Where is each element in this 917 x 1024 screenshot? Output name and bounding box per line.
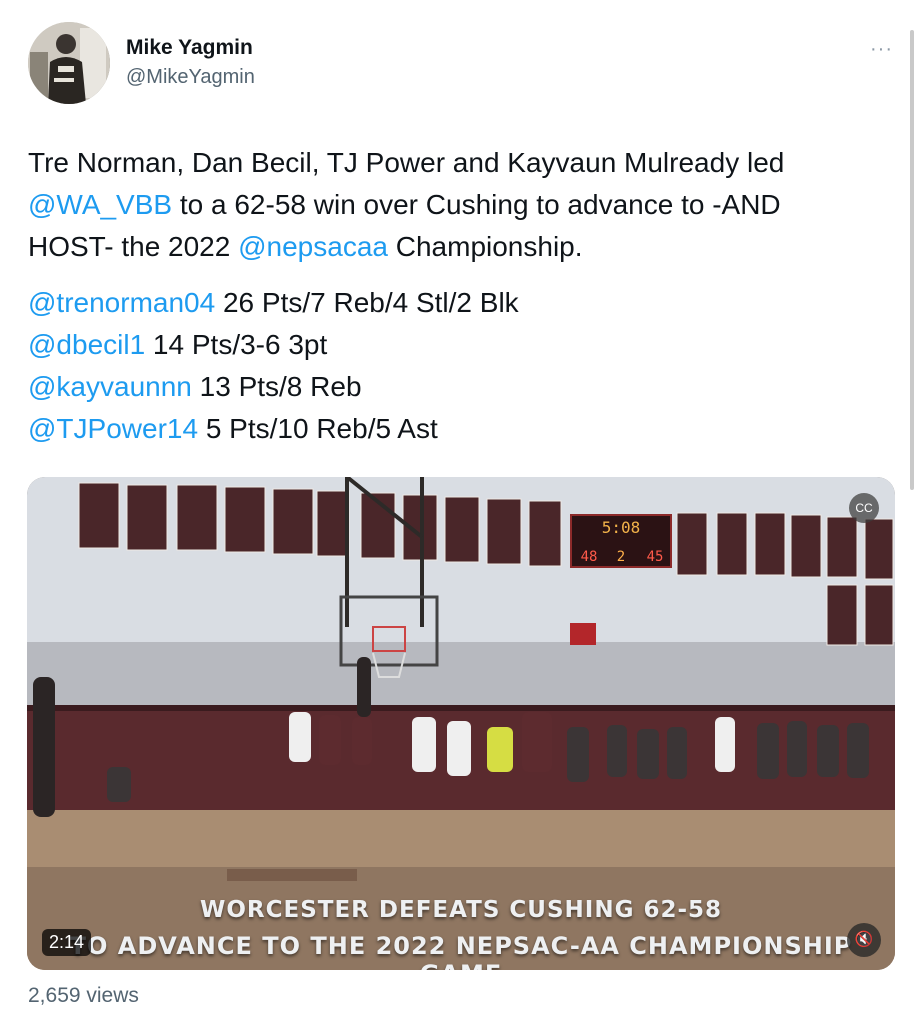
mention-link-kayvaunnn[interactable]: @kayvaunnn xyxy=(28,371,192,402)
tweet-text-segment: Championship. xyxy=(387,231,583,262)
stat-text: 13 Pts/8 Reb xyxy=(191,371,362,402)
stat-line: @kayvaunnn 13 Pts/8 Reb xyxy=(28,366,898,408)
stat-line: @trenorman04 26 Pts/7 Reb/4 Stl/2 Blk xyxy=(28,282,898,324)
mention-link-nepsacaa[interactable]: @nepsacaa xyxy=(238,231,388,262)
scoreboard-away-score: 45 xyxy=(647,549,664,565)
scrollbar[interactable] xyxy=(910,30,914,490)
video-caption-line-1: WORCESTER DEFEATS CUSHING 62-58 xyxy=(199,897,723,923)
stat-text: 14 Pts/3-6 3pt xyxy=(145,329,328,360)
author-name[interactable]: Mike Yagmin xyxy=(126,36,253,60)
author-handle[interactable]: @MikeYagmin xyxy=(126,66,255,89)
tweet-line-3: HOST- the 2022 @nepsacaa Championship. xyxy=(28,226,898,268)
view-count: 2,659 views xyxy=(28,984,139,1007)
stat-text: 5 Pts/10 Reb/5 Ast xyxy=(198,413,438,444)
avatar[interactable] xyxy=(28,22,110,104)
scoreboard-clock: 5:08 xyxy=(602,518,641,537)
scoreboard-home-score: 48 xyxy=(581,549,598,565)
more-options-icon[interactable]: ··· xyxy=(870,38,893,61)
video-player[interactable]: 5:08 48 2 45 WORCESTER DEFEATS CUSHING 6… xyxy=(27,477,895,970)
video-caption-line-2: TO ADVANCE TO THE 2022 NEPSAC-AA CHAMPIO… xyxy=(70,932,853,970)
mention-link-wa-vbb[interactable]: @WA_VBB xyxy=(28,189,172,220)
stat-text: 26 Pts/7 Reb/4 Stl/2 Blk xyxy=(215,287,519,318)
tweet-line-1: Tre Norman, Dan Becil, TJ Power and Kayv… xyxy=(28,142,898,184)
mention-link-trenorman04[interactable]: @trenorman04 xyxy=(28,287,215,318)
tweet-line-2: @WA_VBB to a 62-58 win over Cushing to a… xyxy=(28,184,898,226)
closed-captions-icon[interactable]: CC xyxy=(849,493,879,523)
video-duration-badge: 2:14 xyxy=(42,929,92,956)
tweet-text-segment: to a 62-58 win over Cushing to advance t… xyxy=(172,189,781,220)
tweet-text-segment: HOST- the 2022 xyxy=(28,231,239,262)
mention-link-tjpower14[interactable]: @TJPower14 xyxy=(28,413,198,444)
stat-line: @dbecil1 14 Pts/3-6 3pt xyxy=(28,324,898,366)
speaker-muted-icon[interactable]: 🔇 xyxy=(847,923,881,957)
tweet-text: Tre Norman, Dan Becil, TJ Power and Kayv… xyxy=(28,142,898,450)
mention-link-dbecil1[interactable]: @dbecil1 xyxy=(28,329,145,360)
stat-line: @TJPower14 5 Pts/10 Reb/5 Ast xyxy=(28,408,898,450)
tweet-text-segment: Tre Norman, Dan Becil, TJ Power and Kayv… xyxy=(28,147,785,178)
scoreboard-period: 2 xyxy=(617,549,625,565)
